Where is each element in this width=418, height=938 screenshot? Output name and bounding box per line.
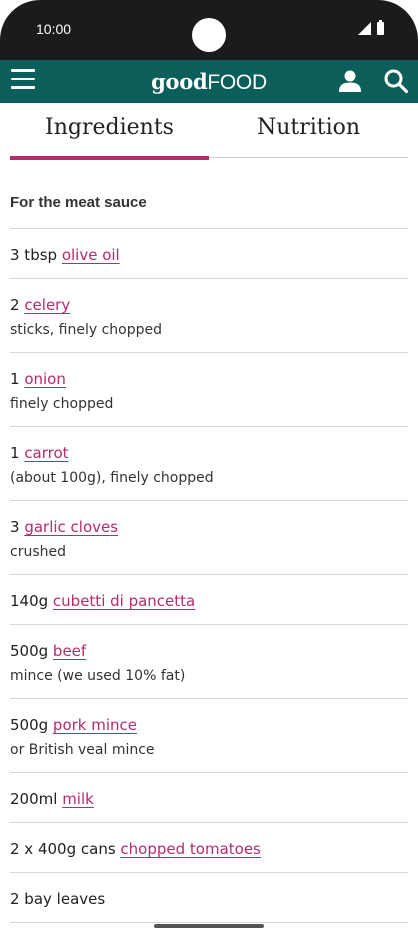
ingredient-qty: 200ml (10, 790, 63, 808)
ingredient-row: 1 onion finely chopped (10, 353, 408, 427)
ingredient-row: 3 garlic cloves crushed (10, 501, 408, 575)
home-indicator[interactable] (154, 924, 264, 928)
status-icons (358, 20, 384, 35)
ingredient-qty: 2 (10, 296, 25, 314)
ingredient-qty: 500g (10, 716, 53, 734)
ingredient-row: 500g beef mince (we used 10% fat) (10, 625, 408, 699)
ingredient-note: crushed (10, 544, 66, 560)
ingredient-note: sticks, finely chopped (10, 322, 163, 338)
ingredient-row: 200ml milk (10, 773, 408, 823)
ingredient-row: 2 celery sticks, finely chopped (10, 279, 408, 353)
ingredient-link[interactable]: celery (24, 296, 70, 314)
ingredient-link[interactable]: olive oil (62, 246, 120, 264)
ingredient-row: 500g pork mince or British veal mince (10, 699, 408, 773)
ingredient-row: 1 carrot (about 100g), finely chopped (10, 427, 408, 501)
ingredient-link[interactable]: beef (53, 642, 86, 660)
logo-good: good (151, 69, 208, 94)
ingredient-note: (about 100g), finely chopped (10, 470, 214, 486)
ingredient-link[interactable]: chopped tomatoes (120, 840, 260, 858)
ingredient-link[interactable]: cubetti di pancetta (53, 592, 195, 610)
ingredient-qty: 3 tbsp (10, 246, 62, 264)
search-icon[interactable] (383, 68, 409, 94)
tab-nutrition[interactable]: Nutrition (209, 104, 408, 160)
ingredient-qty: 500g (10, 642, 53, 660)
status-time: 10:00 (36, 21, 72, 37)
section-heading: For the meat sauce (10, 160, 408, 229)
ingredient-link[interactable]: garlic cloves (24, 518, 118, 536)
ingredient-link[interactable]: carrot (24, 444, 68, 462)
ingredient-qty: 1 (10, 370, 25, 388)
ingredient-row: 2 x 400g cans chopped tomatoes (10, 823, 408, 873)
tab-ingredients[interactable]: Ingredients (10, 104, 209, 160)
ingredient-link[interactable]: onion (24, 370, 66, 388)
app-header: goodFOOD (0, 60, 418, 103)
ingredient-note: finely chopped (10, 396, 114, 412)
ingredient-note: mince (we used 10% fat) (10, 668, 186, 684)
ingredient-row: 3 tbsp olive oil (10, 229, 408, 279)
tab-bar: Ingredients Nutrition (10, 104, 408, 160)
camera-cutout (192, 18, 226, 52)
ingredient-row: 2 bay leaves (10, 873, 408, 923)
ingredient-row: 140g cubetti di pancetta (10, 575, 408, 625)
battery-icon (377, 20, 384, 35)
ingredient-qty: 1 (10, 444, 25, 462)
ingredient-qty: 3 (10, 518, 25, 536)
logo-food: FOOD (207, 71, 267, 94)
ingredient-qty: 2 bay leaves (10, 890, 106, 908)
ingredient-link[interactable]: milk (62, 790, 94, 808)
status-bar: 10:00 (0, 0, 418, 60)
ingredient-link[interactable]: pork mince (53, 716, 137, 734)
ingredient-qty: 2 x 400g cans (10, 840, 121, 858)
signal-icon (358, 22, 371, 35)
ingredient-qty: 140g (10, 592, 53, 610)
ingredient-note: or British veal mince (10, 742, 155, 758)
user-icon[interactable] (338, 69, 362, 93)
ingredients-list: For the meat sauce 3 tbsp olive oil 2 ce… (10, 160, 408, 923)
